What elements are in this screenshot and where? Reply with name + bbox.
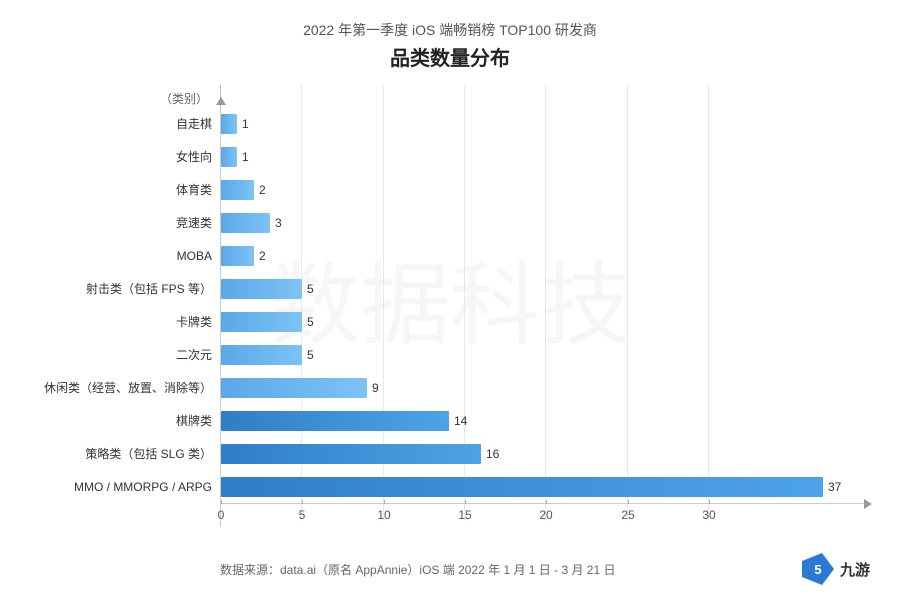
bar-value-11: 37 [828, 480, 841, 494]
bar-value-9: 14 [454, 414, 467, 428]
bar-value-4: 2 [259, 249, 266, 263]
x-tick-10: 10 [377, 508, 390, 522]
tick-line-5 [302, 500, 303, 504]
tick-line-20 [546, 500, 547, 504]
bar-value-0: 1 [242, 117, 249, 131]
main-container: 2022 年第一季度 iOS 端畅销榜 TOP100 研发商 品类数量分布 （类… [0, 0, 900, 593]
source-text: 数据来源：data.ai（原名 AppAnnie）iOS 端 2022 年 1 … [220, 561, 615, 578]
axis-arrow [216, 97, 226, 105]
footer: 数据来源：data.ai（原名 AppAnnie）iOS 端 2022 年 1 … [30, 545, 870, 587]
bar-value-7: 5 [307, 348, 314, 362]
y-label-4: MOBA [177, 239, 212, 272]
bar-row-5: 5 [220, 272, 870, 305]
bar-row-2: 2 [220, 173, 870, 206]
bar-row-9: 14 [220, 404, 870, 437]
y-label-5: 射击类（包括 FPS 等） [86, 272, 212, 305]
bar-8 [221, 378, 367, 398]
y-label-7: 二次元 [176, 338, 212, 371]
bar-7 [221, 345, 302, 365]
bar-row-0: 1 [220, 107, 870, 140]
y-axis-top-label: （类别） [160, 85, 212, 107]
subtitle: 2022 年第一季度 iOS 端畅销榜 TOP100 研发商 [30, 20, 870, 40]
bar-2 [221, 180, 254, 200]
chart-area: （类别）自走棋女性向体育类竞速类MOBA射击类（包括 FPS 等）卡牌类二次元休… [30, 85, 870, 545]
bar-value-3: 3 [275, 216, 282, 230]
y-label-9: 棋牌类 [176, 404, 212, 437]
bar-9 [221, 411, 449, 431]
bar-1 [221, 147, 237, 167]
bar-value-5: 5 [307, 282, 314, 296]
bar-10 [221, 444, 481, 464]
y-label-3: 竞速类 [176, 206, 212, 239]
tick-line-15 [465, 500, 466, 504]
x-tick-30: 30 [702, 508, 715, 522]
y-label-11: MMO / MMORPG / ARPG [74, 470, 212, 503]
bar-row-1: 1 [220, 140, 870, 173]
tick-line-25 [628, 500, 629, 504]
y-label-10: 策略类（包括 SLG 类） [85, 437, 212, 470]
bar-5 [221, 279, 302, 299]
y-label-1: 女性向 [176, 140, 212, 173]
bar-value-10: 16 [486, 447, 499, 461]
y-axis: （类别）自走棋女性向体育类竞速类MOBA射击类（包括 FPS 等）卡牌类二次元休… [30, 85, 220, 545]
bar-row-7: 5 [220, 338, 870, 371]
y-label-0: 自走棋 [176, 107, 212, 140]
tick-line-10 [384, 500, 385, 504]
y-label-8: 休闲类（经营、放置、消除等） [44, 371, 212, 404]
tick-line-0 [221, 500, 222, 504]
x-axis: 0 5 10 15 20 25 30 [220, 503, 870, 527]
x-tick-25: 25 [621, 508, 634, 522]
y-label-2: 体育类 [176, 173, 212, 206]
bar-row-10: 16 [220, 437, 870, 470]
main-title: 品类数量分布 [30, 42, 870, 71]
y-axis-arrow-row [220, 85, 870, 107]
x-tick-20: 20 [539, 508, 552, 522]
x-tick-0: 0 [218, 508, 225, 522]
tick-line-30 [709, 500, 710, 504]
bar-6 [221, 312, 302, 332]
x-axis-arrow [864, 499, 872, 509]
bar-row-4: 2 [220, 239, 870, 272]
bars-area: 112325559141637051015202530 [220, 85, 870, 545]
bar-value-1: 1 [242, 150, 249, 164]
logo-icon: 5 [800, 551, 836, 587]
bar-row-3: 3 [220, 206, 870, 239]
y-label-6: 卡牌类 [176, 305, 212, 338]
bar-row-11: 37 [220, 470, 870, 503]
svg-text:5: 5 [814, 562, 821, 577]
bar-row-6: 5 [220, 305, 870, 338]
bar-11 [221, 477, 823, 497]
bar-3 [221, 213, 270, 233]
logo-area: 5 九游 [800, 551, 870, 587]
x-tick-15: 15 [458, 508, 471, 522]
x-tick-5: 5 [299, 508, 306, 522]
bar-row-8: 9 [220, 371, 870, 404]
bar-0 [221, 114, 237, 134]
bar-value-6: 5 [307, 315, 314, 329]
bar-value-8: 9 [372, 381, 379, 395]
logo-text: 九游 [840, 559, 870, 580]
bar-4 [221, 246, 254, 266]
bar-value-2: 2 [259, 183, 266, 197]
